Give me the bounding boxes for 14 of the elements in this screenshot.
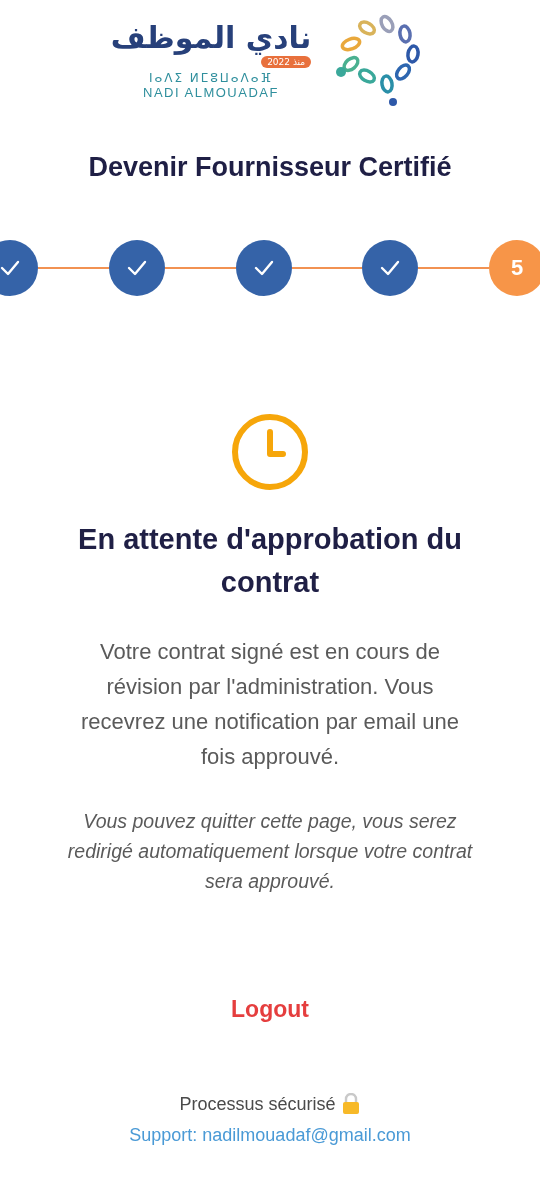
padlock-icon xyxy=(340,1093,361,1115)
logout-button[interactable]: Logout xyxy=(223,992,317,1027)
support-email-link[interactable]: Support: nadilmouadaf@gmail.com xyxy=(129,1125,411,1146)
logo-tifinagh-name: ⵏⴰⴷⵉ ⵍⵎⵓⵡⴰⴷⴰⴼ xyxy=(148,71,274,85)
logo-year-badge: منذ 2022 xyxy=(261,56,312,68)
clock-icon xyxy=(230,412,310,492)
page-title: Devenir Fournisseur Certifié xyxy=(88,152,452,183)
logo-arabic-name: نادي الموظف xyxy=(110,20,312,56)
status-note: Vous pouvez quitter cette page, vous serez redirigé automatiquement lorsque votre contrat sera approuvé. xyxy=(66,809,474,894)
logo-latin-name: NADI ALMOUADAF xyxy=(143,85,279,100)
secure-process-text: Processus sécurisé xyxy=(179,1093,336,1115)
status-heading: En attente d'approbation du contrat xyxy=(77,522,463,600)
status-message: Votre contrat signé est en cours de révision par l'administration. Vous recevrez une notification par email une fois approuvé. xyxy=(80,638,460,771)
step-current: 5 xyxy=(489,240,540,296)
